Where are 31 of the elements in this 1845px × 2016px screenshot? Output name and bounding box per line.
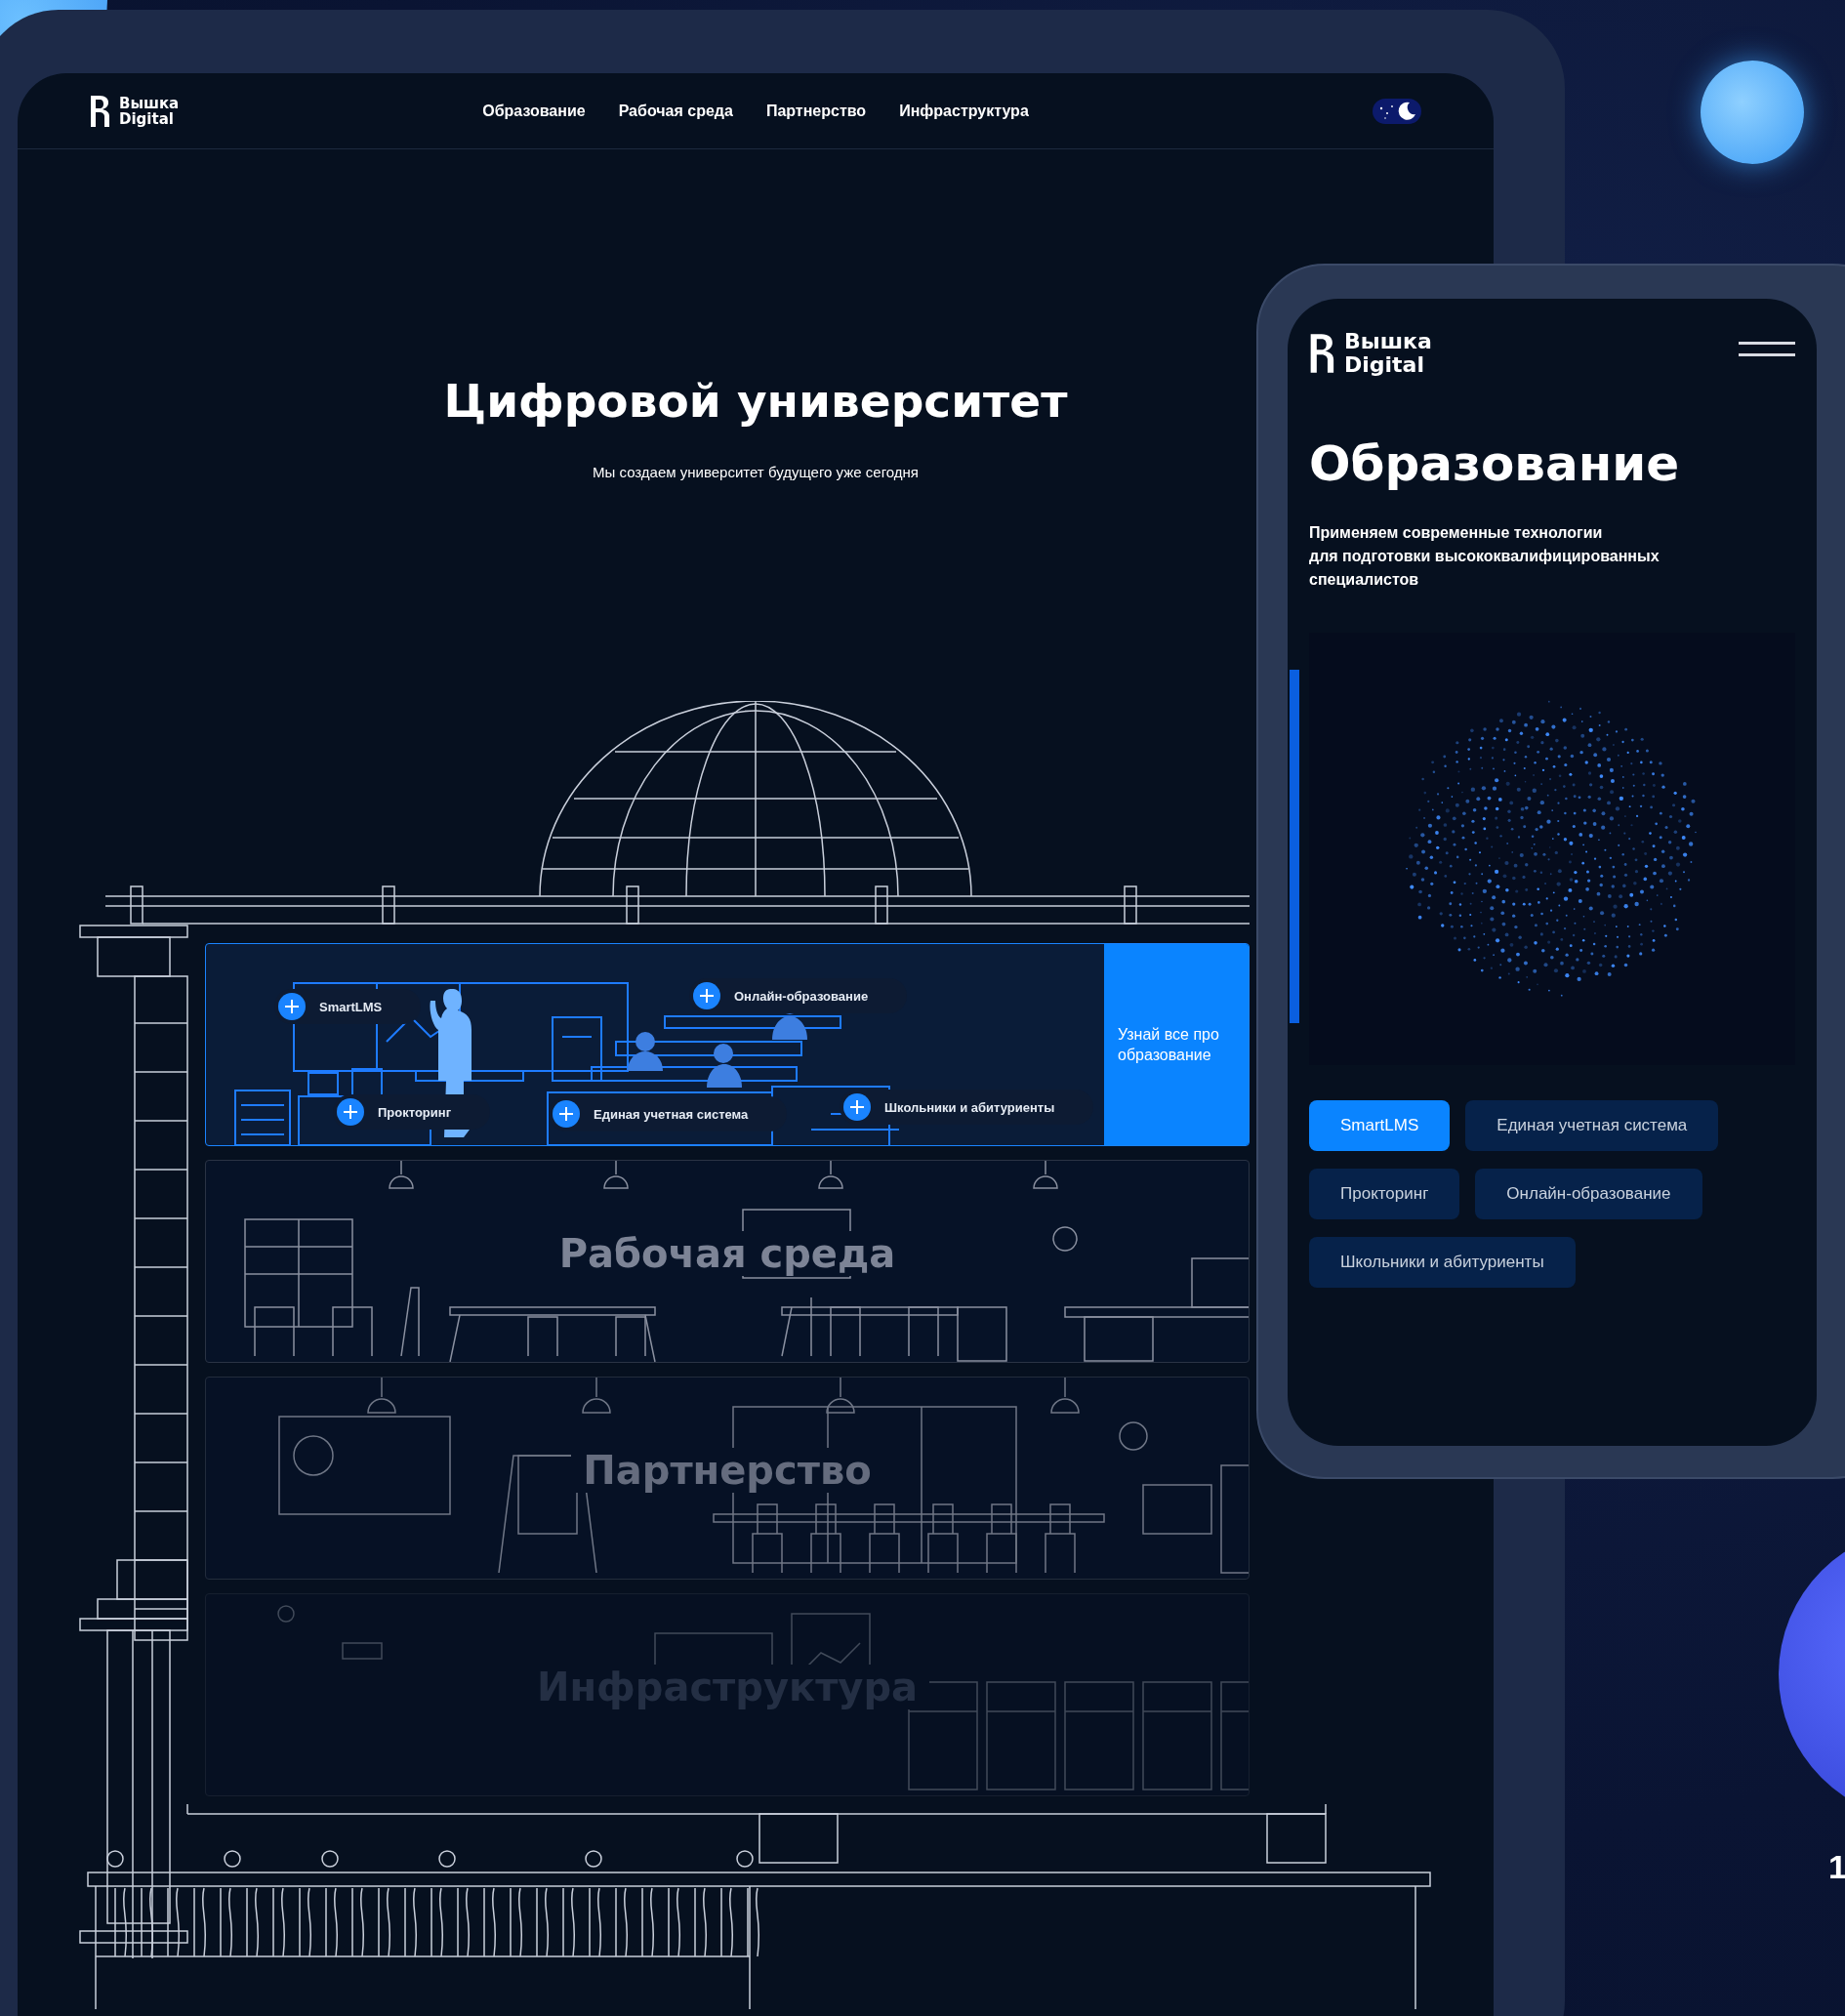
plus-icon [278, 993, 306, 1020]
nav-link[interactable]: Образование [482, 102, 586, 120]
hotspot-button[interactable]: Онлайн-образование [689, 978, 908, 1013]
logo-icon [1309, 333, 1336, 374]
nav-link[interactable]: Рабочая среда [618, 102, 733, 120]
topic-button[interactable]: Школьники и абитуриенты [1309, 1237, 1576, 1288]
topic-button[interactable]: SmartLMS [1309, 1100, 1451, 1151]
topic-button[interactable]: Прокторинг [1309, 1169, 1460, 1219]
hotspot-button[interactable]: Единая учетная система [549, 1096, 788, 1131]
nav-link[interactable]: Инфраструктура [899, 102, 1029, 120]
student-silhouette [628, 1032, 663, 1071]
student-silhouette [707, 1044, 742, 1088]
logo-text: Вышка Digital [119, 95, 180, 127]
topic-button[interactable]: Онлайн-образование [1475, 1169, 1702, 1219]
plus-icon [843, 1093, 871, 1121]
hotspot-button[interactable]: Школьники и абитуриенты [840, 1090, 1094, 1125]
plus-icon [553, 1100, 580, 1128]
topic-button[interactable]: Единая учетная система [1465, 1100, 1719, 1151]
logo-text: Вышка Digital [1344, 330, 1432, 377]
hero-title: Цифровой университет [442, 373, 1069, 430]
theme-toggle[interactable] [1373, 98, 1421, 124]
hotspot-button[interactable]: Прокторинг [333, 1094, 491, 1130]
hero-subtitle: Мы создаем университет будущего уже сегодня [592, 464, 920, 480]
plus-icon [337, 1098, 364, 1126]
hotspot-button[interactable]: SmartLMS [274, 989, 422, 1024]
logo-icon [90, 94, 111, 128]
section-description: Применяем современные технологии для подготовки высококвалифицированных специалистов [1309, 523, 1660, 590]
nav-link[interactable]: Партнерство [765, 102, 867, 120]
learn-more-link[interactable]: Узнай все про образование [1104, 944, 1249, 1145]
section-title: Образование [1309, 435, 1681, 492]
plus-icon [693, 982, 720, 1009]
